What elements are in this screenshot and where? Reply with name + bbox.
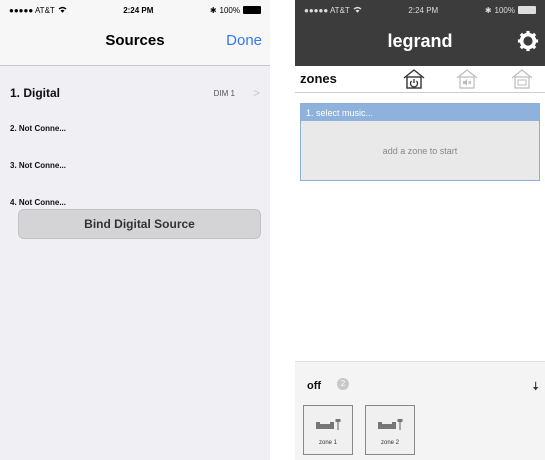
source-row[interactable]: 1. Digital DIM 1 > xyxy=(0,76,270,110)
wifi-icon xyxy=(353,6,362,15)
source-row[interactable]: 3. Not Conne... xyxy=(0,147,270,184)
brand-logo: legrand xyxy=(387,31,453,51)
sofa-lamp-icon xyxy=(316,419,341,430)
music-selection-panel[interactable]: 1. select music... add a zone to start xyxy=(300,103,540,181)
source-list: 1. Digital DIM 1 > 2. Not Conne... 3. No… xyxy=(0,76,270,221)
nav-bar: Sources Done xyxy=(0,20,270,66)
off-group-label: off xyxy=(307,380,322,392)
carrier-text: ●●●●● AT&T xyxy=(304,5,350,15)
wifi-icon xyxy=(58,6,67,15)
status-bar: ●●●●● AT&T 2:24 PM ✱ 100% xyxy=(0,0,270,20)
select-music-header[interactable]: 1. select music... xyxy=(301,104,539,121)
source-row[interactable]: 2. Not Conne... xyxy=(0,110,270,147)
done-button[interactable]: Done xyxy=(226,32,262,49)
status-time: 2:24 PM xyxy=(408,5,439,15)
gear-icon[interactable] xyxy=(517,30,539,52)
zone-tile[interactable]: zone 2 xyxy=(365,405,415,455)
off-count-badge: 2 xyxy=(337,378,349,390)
zone-tile[interactable]: zone 1 xyxy=(303,405,353,455)
zones-toolbar: zones xyxy=(295,66,545,93)
download-arrow-icon[interactable]: 🠇 xyxy=(532,377,539,398)
sofa-lamp-icon xyxy=(378,419,403,430)
zone-name: zone 2 xyxy=(380,440,399,446)
zones-screen: ●●●●● AT&T 2:24 PM ✱ 100% legrand zones … xyxy=(295,0,545,460)
zone-name: zone 1 xyxy=(318,440,337,446)
battery-icon xyxy=(242,6,261,14)
status-bar: ●●●●● AT&T 2:24 PM ✱ 100% xyxy=(295,0,545,20)
bind-digital-source-button[interactable]: Bind Digital Source xyxy=(18,209,261,239)
bluetooth-icon: ✱ xyxy=(209,5,217,15)
battery-text: 100% xyxy=(219,5,240,15)
source-label: 3. Not Conne... xyxy=(10,161,66,170)
source-label: 2. Not Conne... xyxy=(10,124,66,133)
source-detail: DIM 1 xyxy=(213,88,235,98)
battery-icon xyxy=(517,6,536,14)
chevron-right-icon: > xyxy=(252,86,260,100)
source-label: 1. Digital xyxy=(10,86,61,100)
app-header: ●●●●● AT&T 2:24 PM ✱ 100% legrand xyxy=(295,0,545,66)
battery-text: 100% xyxy=(494,5,515,15)
zones-panel: off 2 🠇 zone 1 zone 2 xyxy=(295,361,545,460)
zones-label: zones xyxy=(300,71,337,86)
mute-house-icon[interactable] xyxy=(455,69,479,89)
power-house-icon[interactable] xyxy=(402,69,426,89)
sources-screen: ●●●●● AT&T 2:24 PM ✱ 100% Sources Done 1… xyxy=(0,0,270,460)
bluetooth-icon: ✱ xyxy=(484,5,492,15)
status-time: 2:24 PM xyxy=(123,5,154,15)
source-label: 4. Not Conne... xyxy=(10,198,66,207)
carrier-text: ●●●●● AT&T xyxy=(9,5,55,15)
empty-zone-message: add a zone to start xyxy=(382,146,458,156)
source-house-icon[interactable] xyxy=(510,69,534,89)
